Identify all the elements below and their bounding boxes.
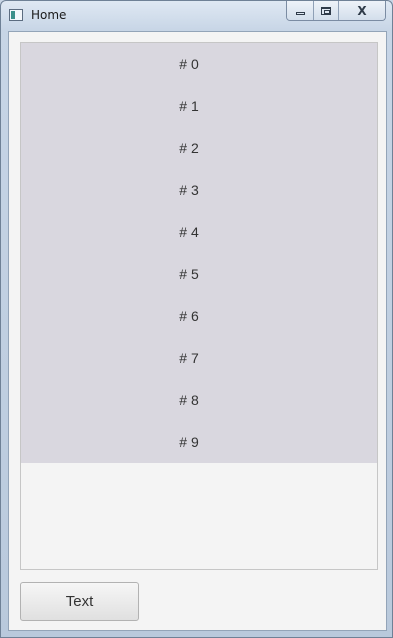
maximize-button[interactable] xyxy=(313,1,338,20)
list-item[interactable]: # 7 xyxy=(21,337,377,379)
app-window-icon[interactable] xyxy=(9,9,23,21)
list-item[interactable]: # 5 xyxy=(21,253,377,295)
text-button[interactable]: Text xyxy=(20,582,139,621)
list-item[interactable]: # 2 xyxy=(21,127,377,169)
close-icon: X xyxy=(357,3,367,18)
list-item[interactable]: # 0 xyxy=(21,43,377,85)
list-item[interactable]: # 1 xyxy=(21,85,377,127)
client-area: # 0 # 1 # 2 # 3 # 4 # 5 # 6 # 7 # 8 # 9 … xyxy=(8,31,387,631)
list-item[interactable]: # 6 xyxy=(21,295,377,337)
list-item[interactable]: # 3 xyxy=(21,169,377,211)
list-view[interactable]: # 0 # 1 # 2 # 3 # 4 # 5 # 6 # 7 # 8 # 9 xyxy=(20,42,378,570)
list-item[interactable]: # 4 xyxy=(21,211,377,253)
minimize-icon xyxy=(295,11,305,15)
minimize-button[interactable] xyxy=(287,1,313,20)
app-window: Home X # 0 # 1 # 2 # 3 # 4 # 5 # 6 # 7 #… xyxy=(0,0,393,638)
window-title: Home xyxy=(31,8,67,22)
window-controls: X xyxy=(286,1,386,21)
close-button[interactable]: X xyxy=(338,1,385,20)
maximize-icon xyxy=(321,6,331,15)
list-item[interactable]: # 9 xyxy=(21,421,377,463)
list-item[interactable]: # 8 xyxy=(21,379,377,421)
title-bar[interactable]: Home X xyxy=(1,1,392,31)
